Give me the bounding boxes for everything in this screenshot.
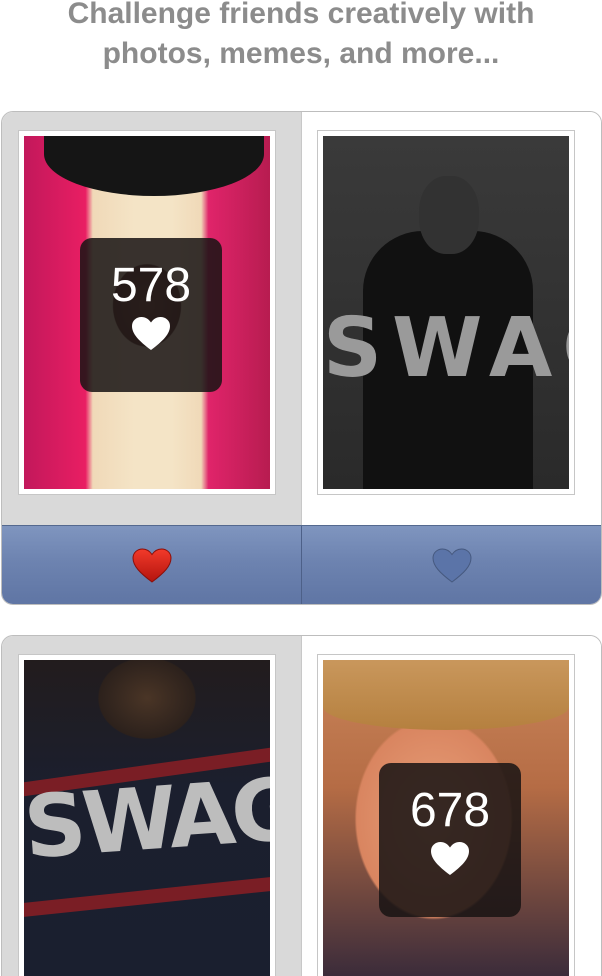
battle-card: SWAG 678 (1, 635, 602, 976)
vote-count-badge: 578 (80, 238, 222, 392)
vote-count: 678 (409, 784, 491, 837)
battle-left-side: SWAG (2, 636, 301, 976)
vote-count: 578 (110, 259, 192, 312)
photo-frame[interactable]: SWAG (18, 654, 276, 976)
headline-line-2: photos, memes, and more... (102, 37, 500, 70)
vote-count-badge: 678 (379, 763, 521, 917)
battle-card: 578 SWAG (1, 111, 602, 605)
vote-right-button[interactable] (302, 526, 601, 604)
entry-photo[interactable]: SWAG (24, 660, 270, 976)
photo-frame[interactable]: 678 (317, 654, 575, 976)
vote-bar (2, 525, 601, 604)
heart-outline-icon (431, 547, 472, 583)
battle-left-side: 578 (2, 112, 301, 525)
heart-icon (132, 317, 170, 350)
entry-photo[interactable]: 578 (24, 136, 270, 489)
entry-photo[interactable]: SWAG (323, 136, 569, 489)
battle-right-side: 678 (302, 636, 601, 976)
photo-caption-text: SWAG (24, 759, 270, 879)
headline: Challenge friends creatively with photos… (0, 0, 602, 74)
headline-line-1: Challenge friends creatively with (67, 0, 535, 30)
photo-frame[interactable]: 578 (18, 130, 276, 495)
heart-filled-red-icon (131, 547, 172, 583)
battle-right-side: SWAG (302, 112, 601, 525)
photo-caption-text: SWAG (323, 301, 569, 396)
vote-left-button[interactable] (2, 526, 301, 604)
entry-photo[interactable]: 678 (323, 660, 569, 976)
heart-icon (431, 842, 469, 875)
photo-frame[interactable]: SWAG (317, 130, 575, 495)
